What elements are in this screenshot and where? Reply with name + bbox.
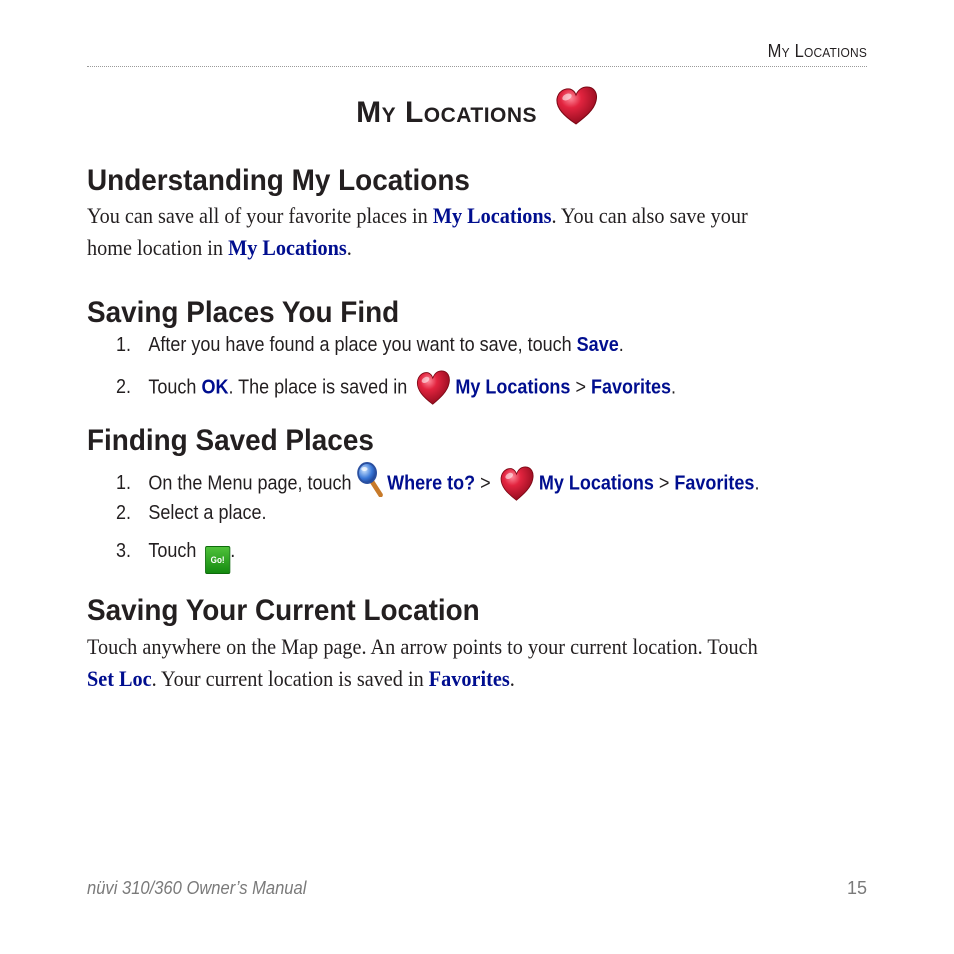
text: home location in (87, 235, 229, 260)
understanding-paragraph: You can save all of your favorite places… (87, 200, 786, 264)
text: . (509, 666, 515, 691)
step-number: 1. (116, 334, 132, 356)
text: After you have found a place you want to… (148, 334, 577, 356)
text: . (230, 540, 236, 562)
page-number: 15 (846, 878, 867, 898)
ui-term-save: Save (576, 334, 619, 356)
step-item: 1. After you have found a place you want … (116, 334, 624, 357)
ui-term-set-loc: Set Loc (87, 666, 152, 691)
paragraph-line: You can save all of your favorite places… (87, 200, 786, 232)
paragraph-line: home location in My Locations. (87, 232, 786, 264)
step-number: 2. (116, 502, 132, 524)
paragraph-line: Set Loc. Your current location is saved … (87, 663, 786, 695)
step-item: 2. Select a place. (116, 502, 266, 525)
section-heading-saving-current: Saving Your Current Location (87, 594, 480, 627)
text: . (671, 376, 677, 399)
step-item: 2. Touch OK. The place is saved in My Loc… (116, 370, 676, 406)
section-heading-understanding: Understanding My Locations (87, 164, 470, 197)
ui-term-my-locations: My Locations (455, 376, 571, 399)
text: . (346, 235, 352, 260)
text: . (754, 472, 760, 495)
ui-term-my-locations: My Locations (228, 235, 347, 260)
current-location-paragraph: Touch anywhere on the Map page. An arrow… (87, 631, 786, 695)
text: . The place is saved in (228, 376, 413, 399)
heart-icon (414, 370, 452, 406)
ui-term-favorites: Favorites (428, 666, 510, 691)
header-divider (87, 66, 867, 67)
text: . (618, 334, 624, 356)
ui-term-favorites: Favorites (674, 472, 755, 495)
separator: > (475, 472, 496, 495)
section-heading-saving-places: Saving Places You Find (87, 296, 400, 329)
step-item: 3. Touch Go!. (116, 540, 235, 574)
text: . Your current location is saved in (151, 666, 429, 691)
chapter-title-text: My Locations (356, 96, 538, 129)
text: You can save all of your favorite places… (87, 203, 433, 228)
separator: > (570, 376, 591, 399)
ui-term-favorites: Favorites (590, 376, 672, 399)
ui-term-ok: OK (201, 376, 229, 399)
text: Touch (148, 540, 202, 562)
heart-icon (554, 86, 598, 126)
ui-term-my-locations: My Locations (432, 203, 552, 228)
running-head: My Locations (767, 41, 867, 61)
text: On the Menu page, touch (148, 472, 357, 495)
step-number: 2. (116, 376, 132, 399)
ui-term-my-locations: My Locations (538, 472, 654, 495)
heart-icon (497, 466, 535, 502)
step-number: 1. (116, 472, 132, 495)
text: . You can also save your (551, 203, 748, 228)
go-button-icon: Go! (205, 546, 231, 574)
ui-term-where-to: Where to? (387, 472, 476, 495)
text: Touch anywhere on the Map page. An arrow… (87, 634, 758, 659)
text: Touch (148, 376, 202, 399)
chapter-title: My Locations (0, 86, 954, 130)
step-number: 3. (116, 540, 132, 562)
section-heading-finding-saved: Finding Saved Places (87, 424, 374, 457)
step-item: 1. On the Menu page, touch Where to? > My… (116, 466, 759, 502)
footer-manual-title: nüvi 310/360 Owner’s Manual (87, 878, 307, 898)
paragraph-line: Touch anywhere on the Map page. An arrow… (87, 631, 786, 663)
separator: > (653, 472, 675, 495)
text: Select a place. (148, 502, 267, 524)
magnifier-icon (357, 461, 384, 497)
